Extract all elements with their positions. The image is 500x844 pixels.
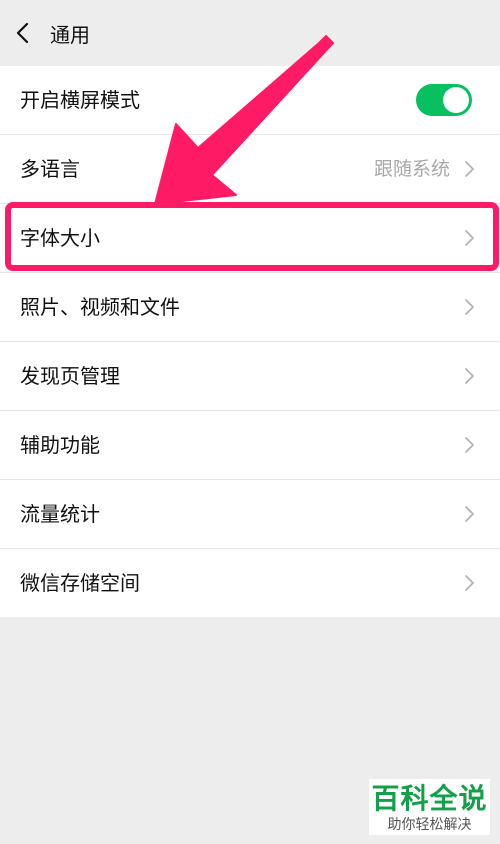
back-arrow-icon[interactable] — [12, 21, 36, 45]
setting-label: 辅助功能 — [20, 433, 100, 457]
setting-row-storage[interactable]: 微信存储空间 — [0, 549, 500, 617]
setting-row-media-files[interactable]: 照片、视频和文件 — [0, 273, 500, 342]
page-title: 通用 — [50, 23, 90, 47]
setting-label: 发现页管理 — [20, 364, 120, 388]
setting-row-font-size[interactable]: 字体大小 — [0, 204, 500, 273]
watermark: 百科全说 助你轻松解决 — [369, 779, 490, 835]
setting-label: 字体大小 — [20, 226, 100, 250]
setting-row-discover[interactable]: 发现页管理 — [0, 342, 500, 411]
setting-row-language[interactable]: 多语言 跟随系统 — [0, 135, 500, 204]
setting-row-data-usage[interactable]: 流量统计 — [0, 480, 500, 549]
chevron-right-icon — [465, 161, 474, 177]
watermark-title: 百科全说 — [371, 782, 488, 815]
setting-label: 照片、视频和文件 — [20, 295, 180, 319]
chevron-right-icon — [465, 368, 474, 384]
toggle-knob — [443, 87, 469, 113]
setting-row-accessibility[interactable]: 辅助功能 — [0, 411, 500, 480]
setting-label: 微信存储空间 — [20, 571, 140, 595]
chevron-right-icon — [465, 230, 474, 246]
nav-bar: 通用 — [0, 0, 500, 66]
landscape-toggle[interactable] — [416, 84, 472, 116]
chevron-right-icon — [465, 299, 474, 315]
setting-value: 跟随系统 — [373, 158, 450, 180]
chevron-right-icon — [465, 575, 474, 591]
watermark-subtitle: 助你轻松解决 — [387, 817, 472, 833]
chevron-right-icon — [465, 437, 474, 453]
setting-label: 流量统计 — [20, 502, 100, 526]
setting-label: 多语言 — [20, 157, 80, 181]
setting-label: 开启横屏模式 — [20, 88, 140, 112]
setting-row-landscape[interactable]: 开启横屏模式 — [0, 66, 500, 135]
settings-list: 开启横屏模式 多语言 跟随系统 字体大小 照片、视频和文件 发现页管理 辅助功能… — [0, 66, 500, 617]
chevron-right-icon — [465, 506, 474, 522]
